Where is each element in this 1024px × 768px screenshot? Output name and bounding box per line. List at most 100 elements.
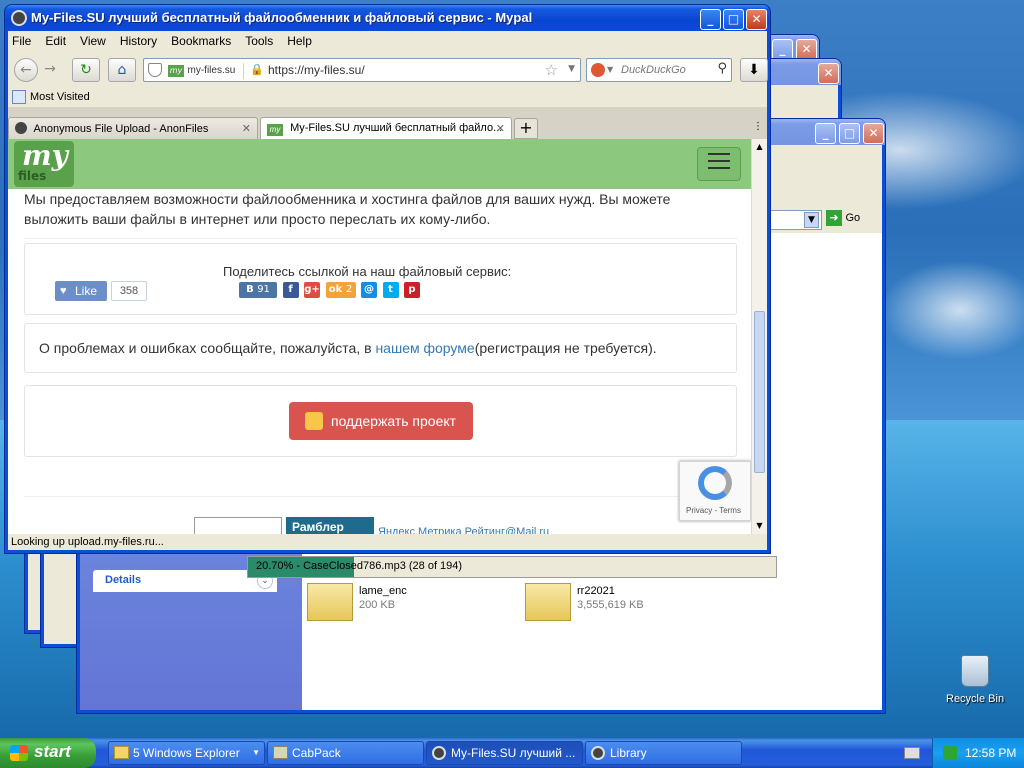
reload-button[interactable]: ↻ <box>72 58 100 82</box>
menu-history[interactable]: History <box>120 34 157 48</box>
search-icon[interactable]: ⚲ <box>717 61 727 76</box>
taskbar-item-library[interactable]: Library <box>585 741 742 765</box>
menu-tools[interactable]: Tools <box>245 34 273 48</box>
odnoklassniki-share-button[interactable]: ok 2 <box>325 282 356 298</box>
tab-my-files[interactable]: my My-Files.SU лучший бесплатный файло..… <box>260 117 512 140</box>
like-label: Like <box>75 284 98 298</box>
logo-text: my <box>22 139 68 172</box>
chevron-down-icon: ▼ <box>252 748 260 757</box>
file-item[interactable]: rr22021 3,555,619 KB <box>525 583 725 625</box>
menu-file[interactable]: File <box>12 34 31 48</box>
start-label: start <box>34 742 71 761</box>
menu-view[interactable]: View <box>80 34 106 48</box>
close-icon[interactable]: ✕ <box>796 39 817 60</box>
taskbar-item-cabpack[interactable]: CabPack <box>267 741 424 765</box>
title-bar: My-Files.SU лучший бесплатный файлообмен… <box>5 5 770 31</box>
minimize-button[interactable]: _ <box>815 123 836 144</box>
bookmark-most-visited[interactable]: Most Visited <box>30 91 90 103</box>
progress-text: 20.70% - CaseClosed786.mp3 (28 of 194) <box>256 560 463 572</box>
report-panel: О проблемах и ошибках сообщайте, пожалуй… <box>24 323 737 373</box>
maximize-button[interactable]: □ <box>839 123 860 144</box>
maximize-button[interactable]: □ <box>723 9 744 30</box>
cabpack-icon <box>273 746 288 759</box>
google-plus-icon[interactable]: g+ <box>304 282 320 298</box>
scroll-up-icon[interactable]: ▲ <box>752 139 767 155</box>
minimize-button[interactable]: _ <box>772 39 793 60</box>
back-button[interactable]: ← <box>14 58 38 82</box>
taskbar: start 5 Windows Explorer ▼ CabPack My-Fi… <box>0 738 1024 768</box>
twitter-icon[interactable]: t <box>382 282 399 298</box>
footer-links[interactable]: Яндекс.Метрика Рейтинг@Mail.ru <box>378 526 549 534</box>
details-label: Details <box>105 574 142 586</box>
star-icon[interactable]: ☆ <box>545 61 558 79</box>
forward-button[interactable]: → <box>38 58 62 82</box>
facebook-icon[interactable]: f <box>282 282 299 298</box>
chevron-down-icon[interactable]: ▼ <box>568 64 575 74</box>
like-count: 358 <box>111 281 147 301</box>
search-bar[interactable]: ▼ DuckDuckGo ⚲ <box>586 58 732 82</box>
go-label: Go <box>845 212 861 224</box>
arrow-right-icon: ➜ <box>826 210 842 226</box>
site-identity[interactable]: my my-files.su <box>168 63 244 79</box>
home-button[interactable]: ⌂ <box>108 58 136 82</box>
menu-edit[interactable]: Edit <box>45 34 66 48</box>
tab-label: My-Files.SU лучший бесплатный файло... <box>290 122 503 134</box>
site-logo[interactable]: my files <box>14 139 74 187</box>
file-size: 200 KB <box>359 599 396 611</box>
taskbar-item-browser[interactable]: My-Files.SU лучший ... <box>426 741 583 765</box>
mail-ru-icon[interactable]: @ <box>361 282 377 298</box>
vk-share-button[interactable]: В 91 <box>239 282 277 298</box>
recycle-bin[interactable]: Recycle Bin <box>946 655 1004 710</box>
menu-bookmarks[interactable]: Bookmarks <box>171 34 231 48</box>
forum-link[interactable]: нашем форуме <box>375 340 474 356</box>
zip-folder-icon <box>525 583 571 621</box>
support-project-button[interactable]: поддержать проект <box>289 402 473 440</box>
tab-anonfiles[interactable]: Anonymous File Upload - AnonFiles ✕ <box>8 117 258 139</box>
new-tab-button[interactable]: + <box>514 118 538 139</box>
menu-help[interactable]: Help <box>287 34 312 48</box>
network-icon[interactable] <box>943 746 957 760</box>
raccoon-icon <box>432 746 446 760</box>
browser-window[interactable]: My-Files.SU лучший бесплатный файлообмен… <box>4 4 771 554</box>
start-button[interactable]: start <box>0 738 96 768</box>
chevron-down-icon[interactable]: ▼ <box>607 65 613 74</box>
search-placeholder: DuckDuckGo <box>621 64 686 76</box>
site-header: my files <box>8 139 751 189</box>
keyboard-icon[interactable] <box>904 747 920 759</box>
report-suffix: (регистрация не требуется). <box>474 340 657 356</box>
pinterest-icon[interactable]: p <box>404 282 420 298</box>
tab-list-icon[interactable]: ⋮ <box>753 121 763 132</box>
raccoon-icon <box>15 122 27 134</box>
download-icon[interactable]: ⬇ <box>740 58 768 82</box>
close-icon[interactable]: ✕ <box>863 123 884 144</box>
like-button[interactable]: ♥ Like <box>55 281 107 301</box>
scroll-down-icon[interactable]: ▼ <box>752 518 767 534</box>
recaptcha-links[interactable]: Privacy - Terms <box>686 506 741 515</box>
page-scrollbar[interactable]: ▲ ▼ <box>751 139 767 534</box>
close-icon[interactable]: ✕ <box>496 122 505 135</box>
go-button[interactable]: ➜ Go <box>826 210 872 230</box>
close-icon[interactable]: ✕ <box>818 63 839 84</box>
scroll-thumb[interactable] <box>754 311 765 473</box>
taskbar-item-windows-explorer[interactable]: 5 Windows Explorer ▼ <box>108 741 265 765</box>
taskbar-item-label: 5 Windows Explorer <box>133 746 240 760</box>
shield-icon <box>148 63 162 77</box>
raccoon-icon <box>591 746 605 760</box>
file-size: 3,555,619 KB <box>577 599 644 611</box>
menu-hamburger-button[interactable] <box>697 147 741 181</box>
recaptcha-badge[interactable]: Privacy - Terms <box>679 461 751 521</box>
share-buttons: В 91 f g+ ok 2 @ t p <box>239 282 422 298</box>
counter-placeholder <box>194 517 282 534</box>
taskbar-item-label: CabPack <box>292 746 341 760</box>
close-icon[interactable]: ✕ <box>242 122 251 135</box>
file-item[interactable]: lame_enc 200 KB <box>307 583 507 625</box>
minimize-button[interactable]: _ <box>700 9 721 30</box>
raccoon-app-icon <box>11 10 27 26</box>
chevron-down-icon[interactable]: ▼ <box>804 212 819 228</box>
rambler-badge[interactable]: Рамблер <box>286 517 374 534</box>
cloud <box>880 260 1024 360</box>
close-icon[interactable]: ✕ <box>746 9 767 30</box>
url-bar[interactable]: my my-files.su 🔒 https://my-files.su/ ☆ … <box>143 58 581 82</box>
clock[interactable]: 12:58 PM <box>965 738 1016 768</box>
zip-folder-icon <box>307 583 353 621</box>
